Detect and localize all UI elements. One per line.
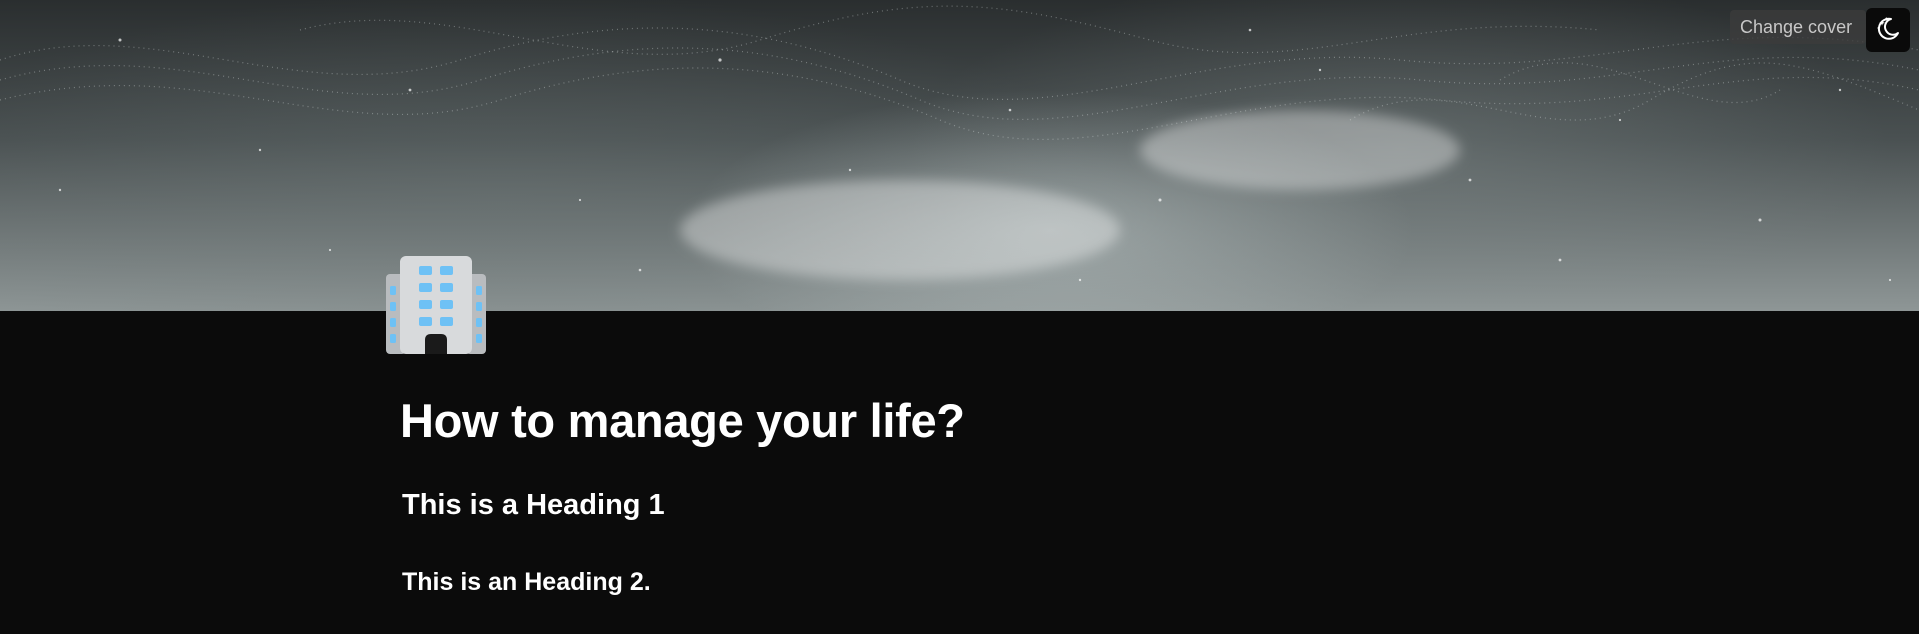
page: Change cover How to manage your life? Th… xyxy=(0,0,1919,634)
change-cover-button[interactable]: Change cover xyxy=(1730,10,1867,44)
page-title[interactable]: How to manage your life? xyxy=(400,393,965,448)
moon-stars-icon xyxy=(1874,14,1902,47)
office-building-icon[interactable] xyxy=(386,256,486,354)
change-cover-label: Change cover xyxy=(1740,16,1853,37)
cover-particle-waves xyxy=(0,5,1919,282)
heading-2-block[interactable]: This is an Heading 2. xyxy=(402,568,651,597)
cover-image: Change cover xyxy=(0,0,1919,311)
heading-1-block[interactable]: This is a Heading 1 xyxy=(402,489,665,522)
theme-toggle-button[interactable] xyxy=(1866,8,1910,52)
